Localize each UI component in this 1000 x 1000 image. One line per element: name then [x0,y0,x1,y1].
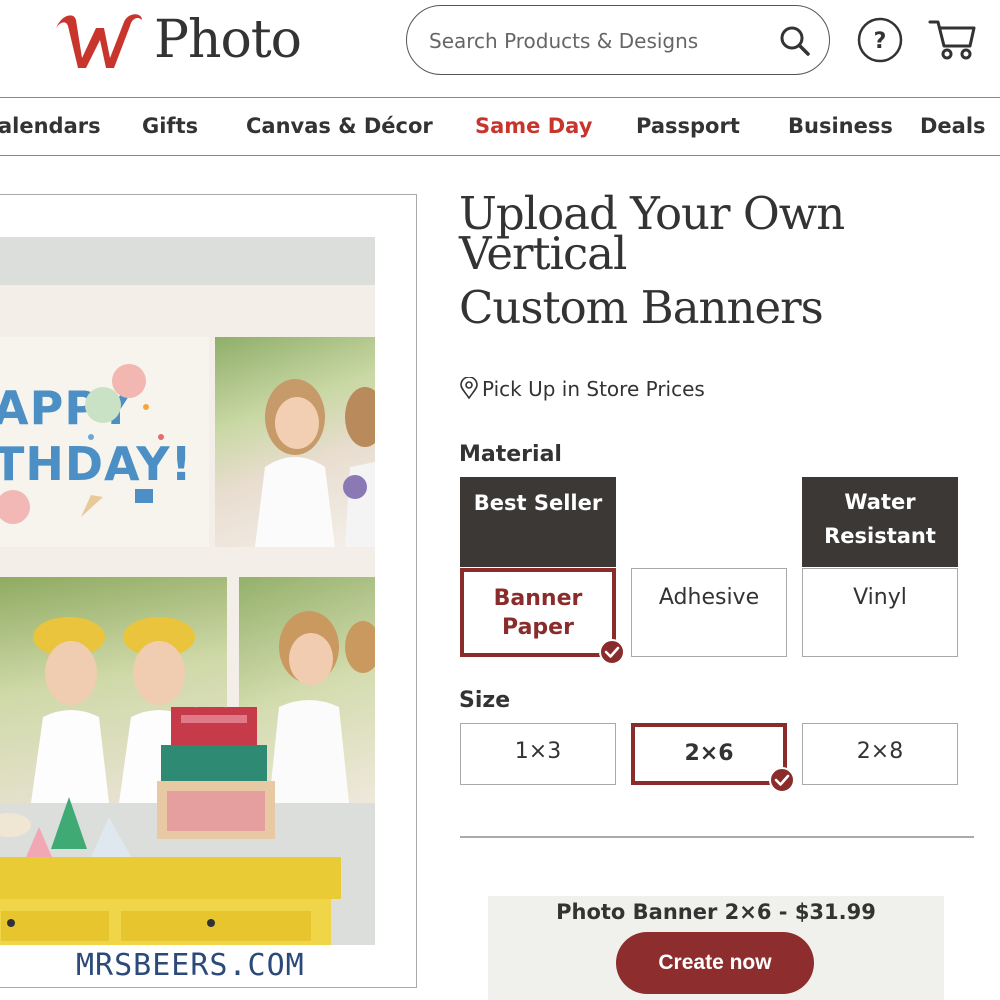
nav-item-business[interactable]: Business [788,114,893,138]
vinyl-label: Vinyl [853,585,907,610]
brand-text[interactable]: Photo [154,10,302,70]
selected-check-icon [769,767,795,793]
party-table-illustration [0,707,341,945]
site-header: Photo ? [0,0,1000,97]
water-resistant-line1: Water [844,490,916,514]
material-option-vinyl[interactable]: Vinyl [802,568,958,657]
walgreens-logo-icon[interactable] [52,6,144,74]
water-resistant-line2: Resistant [824,524,936,548]
adhesive-label: Adhesive [658,585,760,610]
price-summary: Photo Banner 2×6 - $31.99 [556,900,876,924]
best-seller-text: Best Seller [473,491,603,515]
watermark-text: MRSBEERS.COM [76,948,305,983]
girls-photo-illustration [255,379,375,547]
location-pin-icon [460,377,478,399]
search-icon[interactable] [779,25,811,57]
size-2x6-label: 2×6 [684,741,734,766]
banner-photo-1 [215,337,375,547]
material-label: Material [459,442,562,467]
pickup-prices-link[interactable]: Pick Up in Store Prices [460,377,705,401]
size-label: Size [459,688,511,713]
search-bar[interactable] [406,5,830,75]
size-2x8-label: 2×8 [856,739,904,764]
balloons-decoration [0,364,164,524]
cart-icon[interactable] [928,16,976,62]
nav-item-canvas-decor[interactable]: Canvas & Décor [246,114,433,138]
section-divider [460,836,974,838]
water-resistant-flag: Water Resistant [802,477,958,567]
banner-paper-line2: Paper [502,615,574,640]
pickup-text: Pick Up in Store Prices [482,377,705,401]
nav-item-passport[interactable]: Passport [636,114,740,138]
svg-text:?: ? [874,29,887,54]
product-title: Upload Your Own Vertical Custom Banners [459,191,979,334]
material-option-adhesive[interactable]: Adhesive [631,568,787,657]
selected-check-icon [599,639,625,665]
product-photo-scene: APPY THDAY! [0,237,375,945]
size-option-2x8[interactable]: 2×8 [802,723,958,785]
purchase-box: Photo Banner 2×6 - $31.99 Create now [488,896,944,1000]
create-now-button[interactable]: Create now [616,932,814,994]
nav-item-gifts[interactable]: Gifts [142,114,198,138]
search-input[interactable] [429,24,759,58]
nav-item-deals[interactable]: Deals [920,114,986,138]
nav-item-calendars[interactable]: alendars [0,114,101,138]
help-icon[interactable]: ? [857,17,903,63]
size-option-2x6[interactable]: 2×6 [631,723,787,785]
size-1x3-label: 1×3 [514,739,562,764]
banner-print: APPY THDAY! [0,285,375,803]
title-line-3: Custom Banners [459,281,824,334]
category-nav: alendars Gifts Canvas & Décor Same Day P… [0,97,1000,156]
nav-item-same-day[interactable]: Same Day [475,114,592,138]
product-image[interactable]: APPY THDAY! [0,194,417,988]
best-seller-flag: Best Seller [460,477,616,567]
banner-paper-line1: Banner [493,586,583,611]
size-option-1x3[interactable]: 1×3 [460,723,616,785]
material-option-banner-paper[interactable]: Banner Paper [460,568,616,657]
birthday-card-panel: APPY THDAY! [0,337,209,547]
